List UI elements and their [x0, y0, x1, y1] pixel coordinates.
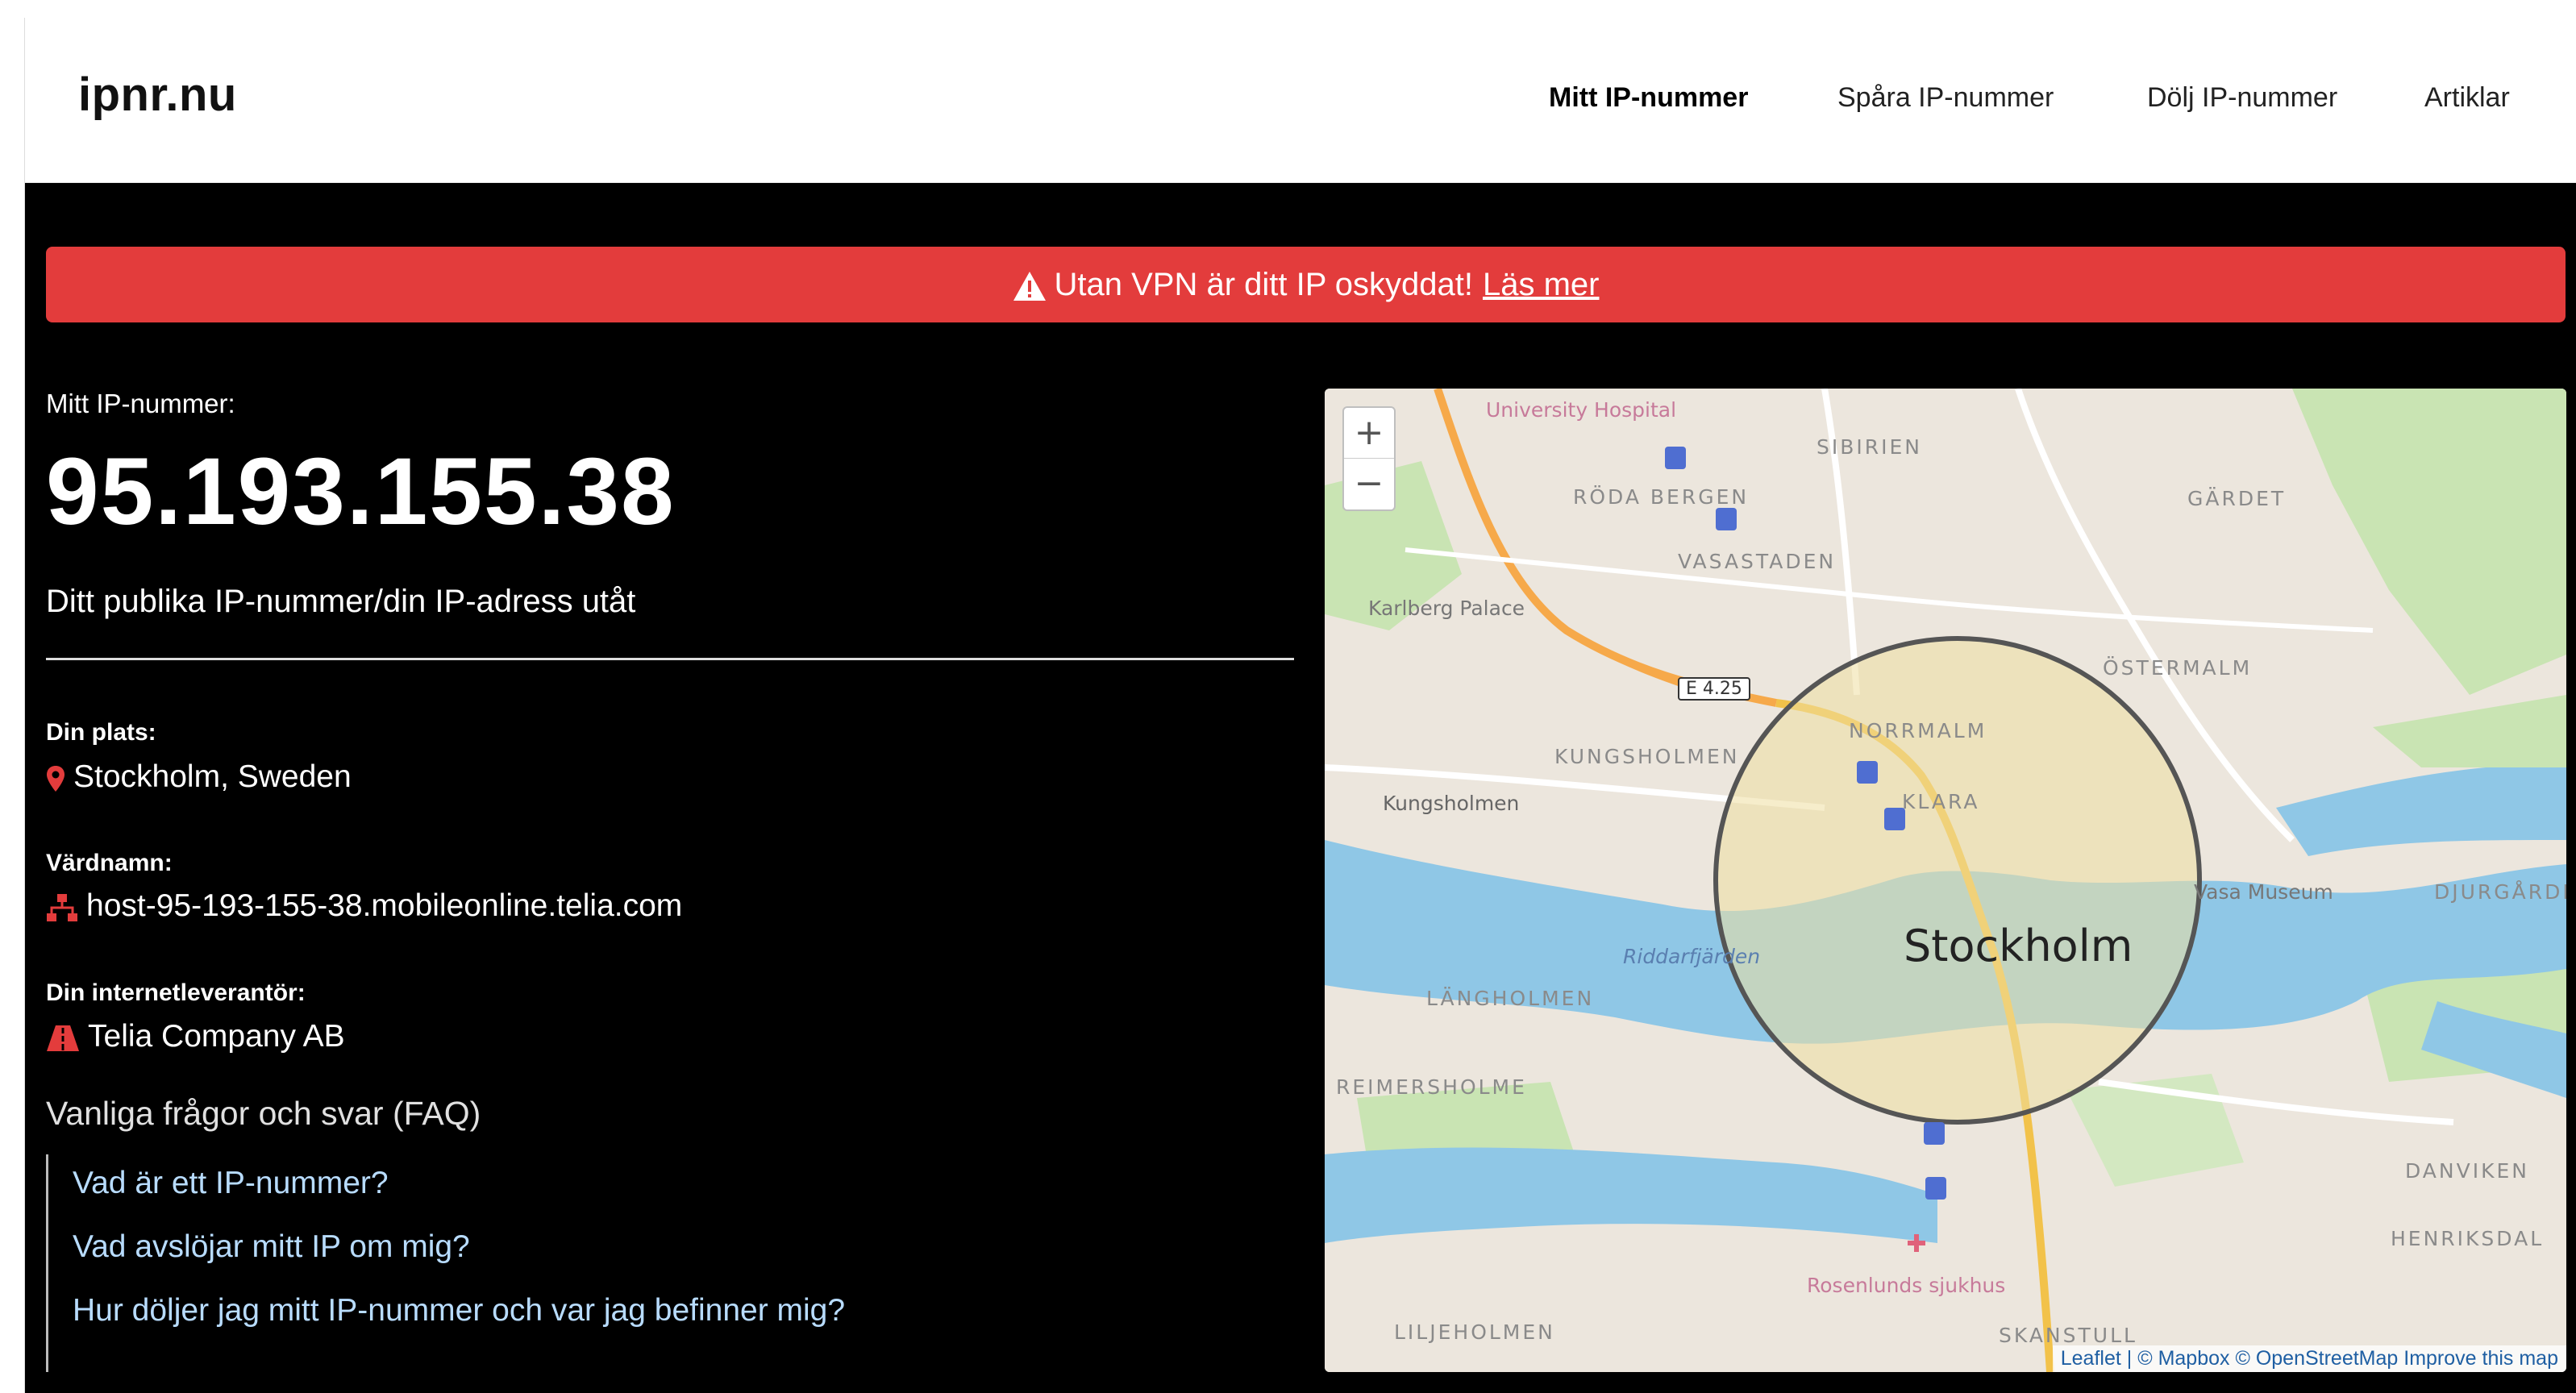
road-icon: [47, 1025, 79, 1051]
map-label: DANVIKEN: [2405, 1159, 2529, 1183]
map-zoom-control: + −: [1342, 406, 1396, 511]
network-icon: [47, 893, 77, 921]
nav-spara-ip[interactable]: Spåra IP-nummer: [1837, 82, 2054, 114]
map-label: LÄNGHOLMEN: [1426, 987, 1595, 1010]
map-label: Rosenlunds sjukhus: [1807, 1274, 2006, 1297]
map-label: SIBIRIEN: [1817, 435, 1923, 459]
map-label: DJURGÅRDEN: [2434, 880, 2566, 904]
map-label: ÖSTERMALM: [2103, 656, 2253, 680]
nav-artiklar[interactable]: Artiklar: [2424, 82, 2510, 114]
location-value: Stockholm, Sweden: [46, 759, 352, 795]
hostname-label: Värdnamn:: [46, 850, 173, 876]
hostname-text: host-95-193-155-38.mobileonline.telia.co…: [86, 888, 683, 923]
map-label: NORRMALM: [1849, 719, 1987, 742]
faq-link-what-ip-reveals[interactable]: Vad avslöjar mitt IP om mig?: [73, 1229, 470, 1265]
faq-title: Vanliga frågor och svar (FAQ): [46, 1095, 481, 1132]
ip-label: Mitt IP-nummer:: [46, 389, 235, 418]
vpn-warning-banner: Utan VPN är ditt IP oskyddat! Läs mer: [46, 247, 2566, 322]
isp-value: Telia Company AB: [46, 1019, 345, 1054]
map-label: Kungsholmen: [1383, 792, 1520, 815]
warning-icon: [1013, 272, 1047, 301]
location-text: Stockholm, Sweden: [73, 759, 352, 794]
map-attribution[interactable]: Leaflet | © Mapbox © OpenStreetMap Impro…: [2052, 1345, 2566, 1372]
isp-text: Telia Company AB: [88, 1019, 345, 1054]
isp-label: Din internetleverantör:: [46, 979, 306, 1006]
map-tiles: [1325, 389, 2566, 1372]
faq-list: Vad är ett IP-nummer? Vad avslöjar mitt …: [46, 1154, 1097, 1372]
hostname-value: host-95-193-155-38.mobileonline.telia.co…: [46, 888, 682, 924]
browser-viewport: ipnr.nu Mitt IP-nummer Spåra IP-nummer D…: [24, 18, 2576, 1393]
nav-mitt-ip[interactable]: Mitt IP-nummer: [1549, 82, 1748, 114]
map-label: KLARA: [1902, 790, 1980, 813]
location-map[interactable]: University Hospital SIBIRIEN RÖDA BERGEN…: [1325, 389, 2566, 1372]
ip-description: Ditt publika IP-nummer/din IP-adress utå…: [46, 584, 636, 619]
map-label: RÖDA BERGEN: [1573, 485, 1750, 509]
read-more-link[interactable]: Läs mer: [1483, 267, 1600, 302]
map-label: GÄRDET: [2187, 487, 2287, 510]
map-label: KUNGSHOLMEN: [1554, 745, 1740, 768]
site-header: ipnr.nu Mitt IP-nummer Spåra IP-nummer D…: [25, 18, 2576, 183]
map-label: REIMERSHOLME: [1336, 1075, 1527, 1099]
map-city-label: Stockholm: [1904, 921, 2133, 971]
map-label: LILJEHOLMEN: [1394, 1320, 1555, 1344]
divider: [46, 658, 1294, 660]
map-label: VASASTADEN: [1678, 550, 1837, 573]
map-label: HENRIKSDAL: [2391, 1227, 2545, 1250]
location-label: Din plats:: [46, 719, 156, 746]
zoom-out-button[interactable]: −: [1344, 459, 1394, 509]
map-label: Karlberg Palace: [1368, 597, 1525, 620]
faq-link-what-is-ip[interactable]: Vad är ett IP-nummer?: [73, 1166, 389, 1201]
map-label: SKANSTULL: [1999, 1324, 2137, 1347]
faq-link-hide-ip[interactable]: Hur döljer jag mitt IP-nummer och var ja…: [73, 1293, 845, 1329]
ip-address: 95.193.155.38: [46, 439, 676, 545]
map-label: University Hospital: [1486, 398, 1677, 422]
highway-shield: E 4.25: [1678, 677, 1750, 701]
nav-dolj-ip[interactable]: Dölj IP-nummer: [2147, 82, 2337, 114]
zoom-in-button[interactable]: +: [1344, 408, 1394, 459]
banner-text: Utan VPN är ditt IP oskyddat!: [1054, 267, 1473, 302]
main-nav: Mitt IP-nummer Spåra IP-nummer Dölj IP-n…: [25, 82, 2576, 131]
map-label: Riddarfjärden: [1623, 945, 1761, 968]
location-pin-icon: [47, 765, 65, 792]
map-label: Vasa Museum: [2194, 880, 2333, 904]
